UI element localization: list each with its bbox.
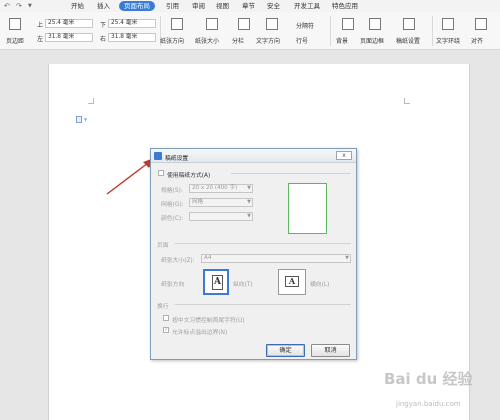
line-numbers-button[interactable]: 行号 (296, 36, 308, 45)
align-icon[interactable] (475, 18, 487, 30)
spec-value: 20 x 20 (400 字) (192, 185, 238, 191)
tab-start[interactable]: 开始 (68, 1, 87, 11)
chevron-down-icon: ▼ (247, 213, 251, 219)
wrap-option2-label[interactable]: 允许标点溢出边界(N) (172, 327, 227, 336)
color-label: 颜色(C): (161, 216, 184, 222)
orientation-icon[interactable] (171, 18, 183, 30)
section-divider (175, 243, 351, 244)
tab-review[interactable]: 审阅 (189, 1, 208, 11)
landscape-label[interactable]: 横向(L) (310, 279, 329, 288)
landscape-page-icon: A (285, 276, 299, 287)
ribbon-separator (432, 16, 433, 46)
background-button[interactable]: 背景 (336, 36, 348, 45)
portrait-option[interactable]: A (203, 269, 229, 295)
align-button[interactable]: 对齐 (471, 36, 483, 45)
tab-security[interactable]: 安全 (264, 1, 283, 11)
orientation-button[interactable]: 纸张方向 (160, 36, 184, 45)
margins-icon[interactable] (9, 18, 21, 30)
section-divider (231, 173, 351, 174)
tab-special[interactable]: 特色应用 (329, 1, 361, 11)
portrait-label[interactable]: 纵向(T) (233, 279, 253, 288)
margin-corner-mark (404, 98, 410, 104)
dialog-title-bar[interactable]: 稿纸设置 x (151, 149, 356, 163)
right-margin-label: 右 (100, 36, 107, 43)
close-icon[interactable]: x (336, 151, 352, 160)
redo-icon[interactable]: ↷ (16, 2, 22, 10)
columns-icon[interactable] (238, 18, 250, 30)
text-wrap-button[interactable]: 文字环绕 (436, 36, 460, 45)
color-select[interactable]: ▼ (189, 212, 253, 221)
grid-preview (288, 183, 327, 234)
text-wrap-icon[interactable] (442, 18, 454, 30)
text-direction-button[interactable]: 文字方向 (256, 36, 280, 45)
app-icon (154, 152, 162, 160)
paragraph-icon[interactable] (76, 116, 82, 123)
dialog-title: 稿纸设置 (165, 156, 189, 162)
paper-size-label: 纸张大小(Z): (161, 258, 195, 264)
watermark-url: jingyan.baidu.com (396, 400, 461, 408)
wrap-option1-checkbox[interactable] (163, 315, 169, 321)
chevron-down-icon[interactable]: ▼ (84, 117, 87, 122)
ribbon-separator (330, 16, 331, 46)
top-margin-input[interactable]: 25.4 毫米 (45, 19, 93, 28)
text-direction-icon[interactable] (266, 18, 278, 30)
page-border-icon[interactable] (369, 18, 381, 30)
wrap-option2-checkbox[interactable]: ✓ (163, 327, 169, 333)
spec-label: 规格(S): (161, 188, 183, 194)
bottom-margin-input[interactable]: 25.4 毫米 (108, 19, 156, 28)
cancel-button[interactable]: 取消 (311, 344, 350, 357)
ribbon-toolbar (0, 12, 500, 50)
ribbon-tab-bar: ↶ ↷ ▼ 开始 插入 页面布局 引用 审阅 视图 章节 安全 开发工具 特色应… (0, 0, 500, 12)
tab-references[interactable]: 引用 (163, 1, 182, 11)
ok-button[interactable]: 确定 (266, 344, 305, 357)
section-divider (175, 304, 351, 305)
quick-access-dropdown-icon[interactable]: ▼ (28, 3, 32, 9)
wrap-option1-label[interactable]: 按中文习惯控制首尾字符(U) (172, 315, 245, 324)
use-grid-checkbox[interactable] (158, 170, 164, 176)
wrap-section-label: 换行 (157, 304, 169, 310)
paper-size-select[interactable]: A4 ▼ (201, 254, 351, 263)
grid-label: 网格(G): (161, 202, 184, 208)
portrait-page-icon: A (212, 275, 223, 290)
breaks-button[interactable]: 分隔符 (296, 21, 314, 30)
grid-value: 网格 (192, 199, 204, 205)
top-margin-label: 上 (37, 22, 44, 29)
columns-button[interactable]: 分栏 (232, 36, 244, 45)
use-grid-label[interactable]: 使用稿纸方式(A) (167, 170, 210, 179)
paper-setup-icon[interactable] (403, 18, 415, 30)
margin-corner-mark (88, 98, 94, 104)
chevron-down-icon: ▼ (247, 199, 251, 205)
bottom-margin-label: 下 (100, 22, 107, 29)
grid-select[interactable]: 网格 ▼ (189, 198, 253, 207)
watermark-brand: Bai du 经验 (384, 370, 473, 388)
paper-setup-dialog: 稿纸设置 x 使用稿纸方式(A) 规格(S): 20 x 20 (400 字) ▼… (150, 148, 357, 360)
paper-size-icon[interactable] (206, 18, 218, 30)
orientation-label: 纸张方向 (161, 282, 185, 288)
background-icon[interactable] (342, 18, 354, 30)
tab-page-layout[interactable]: 页面布局 (119, 1, 155, 11)
tab-view[interactable]: 视图 (213, 1, 232, 11)
tab-insert[interactable]: 插入 (94, 1, 113, 11)
paper-size-value: A4 (204, 255, 212, 261)
paper-setup-button[interactable]: 稿纸设置 (396, 36, 420, 45)
page-border-button[interactable]: 页面边框 (360, 36, 384, 45)
margins-label[interactable]: 页边距 (6, 36, 24, 45)
left-margin-label: 左 (37, 36, 44, 43)
paper-size-button[interactable]: 纸张大小 (195, 36, 219, 45)
left-margin-input[interactable]: 31.8 毫米 (45, 33, 93, 42)
tab-developer[interactable]: 开发工具 (291, 1, 323, 11)
page-section-label: 页面 (157, 243, 169, 249)
chevron-down-icon: ▼ (345, 255, 349, 261)
landscape-option[interactable]: A (278, 269, 306, 295)
spec-select[interactable]: 20 x 20 (400 字) ▼ (189, 184, 253, 193)
undo-icon[interactable]: ↶ (4, 2, 10, 10)
right-margin-input[interactable]: 31.8 毫米 (108, 33, 156, 42)
chevron-down-icon: ▼ (247, 185, 251, 191)
tab-section[interactable]: 章节 (239, 1, 258, 11)
